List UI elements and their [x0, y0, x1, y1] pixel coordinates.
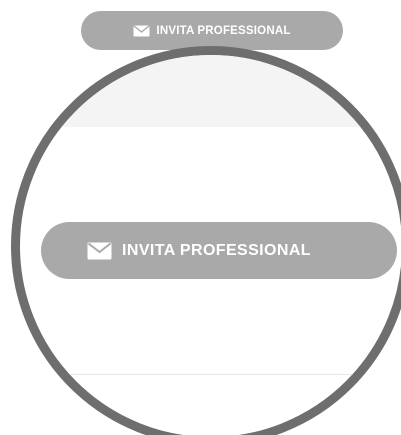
envelope-icon — [87, 242, 112, 260]
invite-professional-label-zoomed: INVITA PROFESSIONAL — [122, 241, 311, 259]
header-band — [20, 55, 401, 127]
magnified-content: INVITA PROFESSIONAL — [20, 55, 401, 435]
invite-professional-label: INVITA PROFESSIONAL — [156, 24, 291, 37]
screenshot-stage: INVITA PROFESSIONAL INVITA PROFESSIONAL — [0, 0, 401, 435]
invite-professional-button[interactable]: INVITA PROFESSIONAL — [81, 11, 343, 50]
divider — [20, 374, 401, 375]
magnifier-lens: INVITA PROFESSIONAL — [11, 46, 401, 435]
invite-professional-button-zoomed[interactable]: INVITA PROFESSIONAL — [41, 222, 397, 279]
envelope-icon — [133, 24, 150, 37]
